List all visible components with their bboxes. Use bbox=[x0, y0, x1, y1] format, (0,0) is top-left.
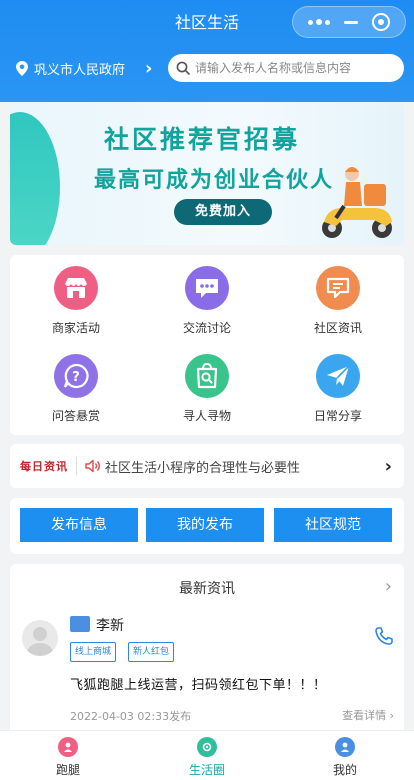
grid-item-community-news[interactable]: 社区资讯 bbox=[288, 266, 388, 336]
join-free-button[interactable]: 免费加入 bbox=[174, 199, 272, 225]
chat-icon bbox=[185, 266, 229, 310]
community-rules-button[interactable]: 社区规范 bbox=[274, 508, 392, 542]
bottom-tab-bar: 跑腿 生活圈 我的 bbox=[0, 730, 414, 780]
paper-plane-icon bbox=[316, 354, 360, 398]
tab-label: 跑腿 bbox=[55, 763, 80, 777]
grid-item-daily-share[interactable]: 日常分享 bbox=[288, 354, 388, 424]
avatar[interactable] bbox=[22, 620, 58, 656]
daily-news-bar[interactable]: 每日资讯 社区生活小程序的合理性与必要性 › bbox=[10, 444, 404, 488]
category-grid: 商家活动 交流讨论 社区资讯 ? 问答悬赏 寻人寻物 日常分享 bbox=[10, 255, 404, 435]
post-content: 飞狐跑腿上线运营，扫码领红包下单！！！ bbox=[70, 678, 327, 693]
search-box[interactable] bbox=[168, 54, 404, 82]
view-details-link[interactable]: 查看详情 › bbox=[342, 707, 394, 723]
grid-label: 寻人寻物 bbox=[182, 409, 231, 423]
search-icon bbox=[176, 61, 190, 75]
publish-info-button[interactable]: 发布信息 bbox=[20, 508, 138, 542]
search-input[interactable] bbox=[195, 61, 395, 75]
daily-news-tag: 每日资讯 bbox=[20, 460, 68, 473]
grid-item-lost-found[interactable]: 寻人寻物 bbox=[157, 354, 257, 424]
grid-label: 日常分享 bbox=[313, 409, 362, 423]
post-date: 2022-04-03 02:33发布 bbox=[70, 710, 192, 723]
grid-label: 商家活动 bbox=[51, 321, 100, 335]
action-buttons: 发布信息 我的发布 社区规范 bbox=[10, 498, 404, 554]
miniprogram-capsule bbox=[292, 6, 406, 38]
search-bag-icon bbox=[185, 354, 229, 398]
latest-news-section: 最新资讯 › 李新 线上商城 新人红包 飞狐跑腿上线运营，扫码领红包下单！！！ … bbox=[10, 564, 404, 736]
grid-item-shop-activity[interactable]: 商家活动 bbox=[26, 266, 126, 336]
grid-label: 交流讨论 bbox=[182, 321, 231, 335]
user-badge-icon bbox=[70, 616, 90, 632]
tab-label: 我的 bbox=[332, 763, 357, 777]
question-icon: ? bbox=[54, 354, 98, 398]
tab-errand[interactable]: 跑腿 bbox=[28, 737, 108, 778]
errand-icon bbox=[58, 737, 78, 757]
section-title: 最新资讯 bbox=[179, 581, 235, 597]
user-icon bbox=[335, 737, 355, 757]
recruit-banner[interactable]: 社区推荐官招募 最高可成为创业合伙人 免费加入 bbox=[10, 102, 404, 245]
user-name: 李新 bbox=[96, 618, 124, 634]
banner-decoration bbox=[10, 112, 60, 245]
more-icon[interactable] bbox=[308, 19, 330, 25]
divider bbox=[76, 457, 77, 475]
phone-icon[interactable] bbox=[374, 626, 394, 646]
header-bar: 社区生活 巩义市人民政府 › bbox=[0, 0, 414, 102]
chevron-right-icon: › bbox=[384, 455, 392, 477]
location-name: 巩义市人民政府 bbox=[34, 62, 126, 78]
banner-subline: 最高可成为创业合伙人 bbox=[94, 167, 335, 193]
chevron-right-icon[interactable]: › bbox=[385, 576, 392, 597]
banner-headline: 社区推荐官招募 bbox=[104, 125, 301, 154]
location-pin-icon bbox=[16, 60, 28, 76]
chevron-right-icon: › bbox=[145, 57, 153, 79]
speaker-icon bbox=[85, 459, 100, 473]
daily-news-text: 社区生活小程序的合理性与必要性 bbox=[105, 460, 301, 476]
shop-icon bbox=[54, 266, 98, 310]
life-circle-icon bbox=[197, 737, 217, 757]
minimize-icon[interactable] bbox=[344, 20, 358, 24]
close-target-icon[interactable] bbox=[372, 13, 390, 31]
my-posts-button[interactable]: 我的发布 bbox=[146, 508, 264, 542]
tab-mine[interactable]: 我的 bbox=[305, 737, 385, 778]
svg-text:?: ? bbox=[72, 370, 80, 385]
tab-life-circle[interactable]: 生活圈 bbox=[167, 737, 247, 778]
delivery-scooter-icon bbox=[322, 167, 392, 238]
news-icon bbox=[316, 266, 360, 310]
tag-new-user-redpacket: 新人红包 bbox=[128, 642, 175, 662]
tab-label: 生活圈 bbox=[188, 763, 225, 777]
grid-label: 社区资讯 bbox=[313, 321, 362, 335]
location-selector[interactable]: 巩义市人民政府 › bbox=[16, 56, 152, 80]
grid-label: 问答悬赏 bbox=[51, 409, 100, 423]
grid-item-qa-reward[interactable]: ? 问答悬赏 bbox=[26, 354, 126, 424]
tag-online-mall: 线上商城 bbox=[70, 642, 117, 662]
grid-item-discussion[interactable]: 交流讨论 bbox=[157, 266, 257, 336]
